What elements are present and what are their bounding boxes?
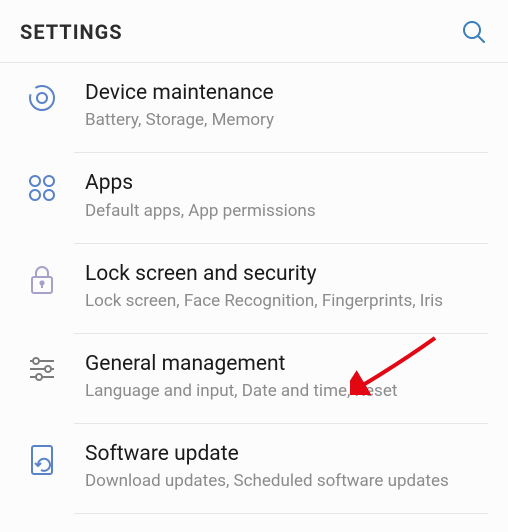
item-subtitle: Battery, Storage, Memory: [85, 107, 488, 132]
page-title: SETTINGS: [20, 20, 123, 44]
apps-icon: [10, 161, 74, 205]
sliders-icon: [10, 342, 74, 386]
item-subtitle: Language and input, Date and time, Reset: [85, 378, 488, 403]
settings-header: SETTINGS: [0, 0, 508, 63]
item-subtitle: Default apps, App permissions: [85, 198, 488, 223]
settings-item-lock-screen-security[interactable]: Lock screen and security Lock screen, Fa…: [0, 248, 508, 338]
item-title: Lock screen and security: [85, 260, 488, 288]
search-button[interactable]: [460, 18, 488, 46]
lock-icon: [10, 252, 74, 298]
settings-item-software-update[interactable]: Software update Download updates, Schedu…: [0, 428, 508, 518]
item-title: Apps: [85, 169, 488, 197]
item-subtitle: Lock screen, Face Recognition, Fingerpri…: [85, 288, 488, 313]
device-maintenance-icon: [10, 71, 74, 115]
settings-item-device-maintenance[interactable]: Device maintenance Battery, Storage, Mem…: [0, 67, 508, 157]
item-title: Software update: [85, 440, 488, 468]
settings-item-apps[interactable]: Apps Default apps, App permissions: [0, 157, 508, 247]
item-subtitle: Download updates, Scheduled software upd…: [85, 468, 488, 493]
settings-item-general-management[interactable]: General management Language and input, D…: [0, 338, 508, 428]
item-title: General management: [85, 350, 488, 378]
search-icon: [461, 19, 487, 45]
update-icon: [10, 432, 74, 478]
item-title: Device maintenance: [85, 79, 488, 107]
